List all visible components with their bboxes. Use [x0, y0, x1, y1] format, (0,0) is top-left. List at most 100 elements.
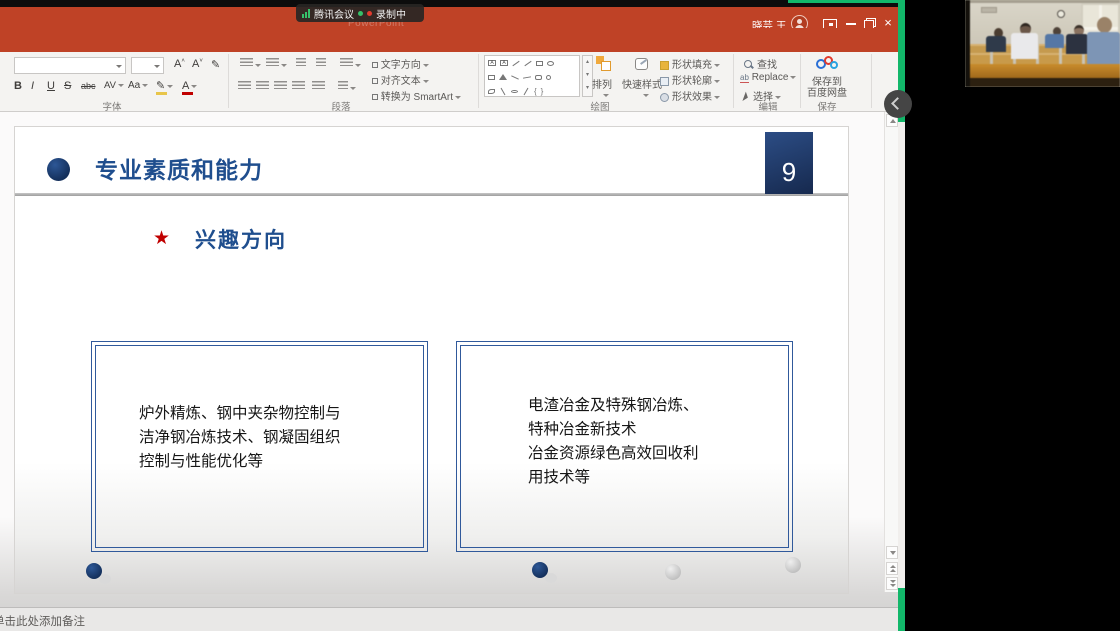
scroll-down-button[interactable]: [886, 546, 898, 559]
decrease-indent-button[interactable]: [296, 58, 306, 71]
recording-dot-icon: [367, 11, 372, 16]
previous-slide-button[interactable]: [886, 562, 898, 575]
powerpoint-window: PowerPoint 晓芸 王 × 腾讯会议 录制中 动画 幻灯片放映 审阅 视…: [0, 0, 905, 631]
font-color-button[interactable]: A: [182, 80, 197, 92]
highlight-color-bar: [156, 92, 167, 95]
next-slide-button[interactable]: [886, 577, 898, 590]
notes-panel[interactable]: 单击此处添加备注: [0, 608, 898, 631]
save-to-line2[interactable]: 百度网盘: [807, 84, 847, 99]
align-center-button[interactable]: [256, 81, 269, 94]
underline-button[interactable]: U: [47, 80, 55, 92]
columns-button[interactable]: [312, 81, 325, 94]
add-remove-columns-button[interactable]: [338, 81, 356, 94]
bullets-button[interactable]: [240, 58, 261, 71]
strikethrough-button[interactable]: S: [64, 80, 71, 92]
drawing-group-label: 绘图: [590, 99, 609, 113]
title-bullet-icon: [47, 158, 70, 181]
increase-indent-button[interactable]: [316, 58, 326, 71]
arrange-icon: [596, 56, 610, 70]
align-right-button[interactable]: [274, 81, 287, 94]
recording-status: 录制中: [376, 6, 406, 21]
strikethrough-abc-button[interactable]: abc: [81, 81, 96, 91]
highlight-color-button[interactable]: ✎: [156, 79, 173, 92]
font-color-bar: [182, 92, 193, 95]
webcam-feed: [965, 0, 1120, 87]
right-box-line: 用技术等: [528, 466, 699, 490]
grow-font-button[interactable]: A˄: [174, 58, 185, 70]
content-box-left[interactable]: 炉外精炼、钢中夹杂物控制与 洁净钢冶炼技术、钢凝固组织 控制与性能优化等: [91, 341, 428, 552]
titlebar: PowerPoint 晓芸 王 ×: [0, 7, 905, 28]
notes-placeholder[interactable]: 单击此处添加备注: [0, 613, 85, 629]
cursor-icon: [742, 92, 749, 103]
shape-fill-button[interactable]: 形状填充: [660, 56, 720, 71]
italic-button[interactable]: I: [31, 80, 34, 92]
convert-smartart-button[interactable]: 转换为 SmartArt: [372, 88, 461, 103]
group-separator: [478, 54, 479, 108]
slide-dot-ghost: [665, 564, 681, 580]
font-group-label: 字体: [102, 99, 121, 113]
editor-workspace: 专业素质和能力 9 ★ 兴趣方向 炉外精炼、钢中夹杂物控制与 洁净钢冶炼技术、钢…: [0, 112, 898, 631]
share-border-right: [898, 588, 905, 631]
baidu-netdisk-icon: [816, 56, 840, 71]
left-box-line: 洁净钢冶炼技术、钢凝固组织: [139, 426, 341, 450]
meeting-panel-toggle[interactable]: [884, 90, 912, 118]
slide-dot-ghost: [785, 557, 801, 573]
group-separator: [871, 54, 872, 108]
text-direction-button[interactable]: 文字方向: [372, 56, 429, 71]
meeting-app-name: 腾讯会议: [314, 6, 354, 21]
justify-button[interactable]: [292, 81, 305, 94]
right-box-line: 冶金资源绿色高效回收利: [528, 442, 699, 466]
save-to-baidu-button[interactable]: [816, 56, 840, 74]
save-group-label: 保存: [817, 99, 836, 113]
font-name-combobox[interactable]: [14, 57, 126, 74]
slide-title[interactable]: 专业素质和能力: [95, 151, 263, 185]
section-title[interactable]: 兴趣方向: [195, 224, 287, 254]
shape-effects-button[interactable]: 形状效果: [660, 88, 720, 103]
title-underline: [15, 193, 849, 196]
align-left-button[interactable]: [238, 81, 251, 94]
arrange-caret: [603, 94, 609, 97]
align-text-button[interactable]: 对齐文本: [372, 72, 429, 87]
left-box-line: 控制与性能优化等: [139, 450, 341, 474]
arrange-label[interactable]: 排列: [592, 76, 612, 91]
shape-outline-button[interactable]: 形状轮廓: [660, 72, 720, 87]
find-button[interactable]: 查找: [744, 56, 777, 71]
character-spacing-button[interactable]: AV: [104, 80, 124, 91]
font-size-combobox[interactable]: [131, 57, 164, 74]
arrange-button[interactable]: [596, 56, 610, 73]
clear-formatting-button[interactable]: ✎: [211, 58, 220, 71]
quick-styles-button[interactable]: [634, 56, 648, 73]
page-number-box[interactable]: 9: [765, 132, 813, 194]
frame-edge: [965, 0, 970, 87]
meeting-overlay-toolbar[interactable]: 腾讯会议 录制中: [296, 4, 424, 22]
star-bullet-icon: ★: [153, 227, 170, 250]
group-separator: [800, 54, 801, 108]
screen: PowerPoint 晓芸 王 × 腾讯会议 录制中 动画 幻灯片放映 审阅 视…: [0, 0, 1120, 631]
search-icon: [744, 60, 754, 70]
vertical-scrollbar[interactable]: [884, 112, 898, 592]
paragraph-group-label: 段落: [331, 99, 350, 113]
numbering-button[interactable]: [266, 58, 287, 71]
dot-shadow: [545, 573, 557, 583]
editing-group-label: 编辑: [758, 99, 777, 113]
ribbon: A˄ A˅ ✎ B I U S abc AV Aa ✎ A 字体: [0, 52, 898, 112]
replace-button[interactable]: ab Replace: [740, 72, 796, 83]
classroom-scene: [965, 0, 1120, 87]
shrink-font-button[interactable]: A˅: [192, 58, 203, 70]
group-separator: [228, 54, 229, 108]
quick-styles-label[interactable]: 快速样式: [622, 76, 662, 91]
right-box-line: 特种冶金新技术: [528, 418, 699, 442]
slide-canvas[interactable]: 专业素质和能力 9 ★ 兴趣方向 炉外精炼、钢中夹杂物控制与 洁净钢冶炼技术、钢…: [14, 126, 849, 594]
wall-clock: [1057, 10, 1065, 18]
desk-front-panel: [965, 78, 1120, 87]
signal-bars-icon: [302, 9, 310, 18]
dot-shadow: [99, 574, 111, 584]
change-case-button[interactable]: Aa: [128, 80, 148, 91]
right-box-line: 电渣冶金及特殊钢冶炼、: [528, 394, 699, 418]
left-box-line: 炉外精炼、钢中夹杂物控制与: [139, 402, 341, 426]
line-spacing-button[interactable]: [340, 58, 361, 71]
wall-vent: [981, 7, 997, 13]
shapes-gallery[interactable]: AA {}: [484, 55, 580, 97]
content-box-right[interactable]: 电渣冶金及特殊钢冶炼、 特种冶金新技术 冶金资源绿色高效回收利 用技术等: [456, 341, 793, 552]
bold-button[interactable]: B: [14, 80, 22, 92]
